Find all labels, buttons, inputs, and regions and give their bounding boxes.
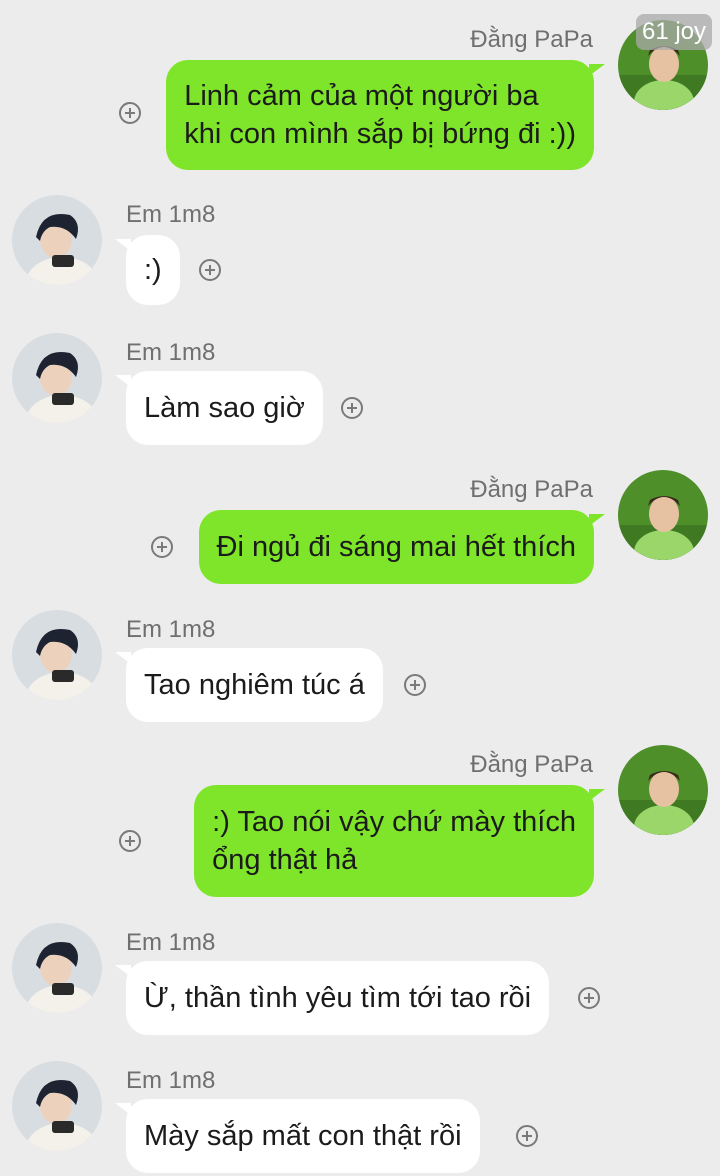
add-reaction-icon[interactable]: [199, 259, 221, 281]
sender-avatar[interactable]: [12, 195, 102, 285]
sender-name: Em 1m8: [126, 616, 216, 643]
sender-avatar[interactable]: [12, 923, 102, 1013]
message-line: Làm sao giờ: [144, 392, 305, 424]
message-0: Đằng PaPa Linh cảm của một người ba khi …: [0, 20, 720, 180]
add-reaction-icon[interactable]: [341, 397, 363, 419]
sender-avatar[interactable]: [618, 470, 708, 560]
message-line: :): [144, 254, 162, 286]
message-line: Đi ngủ đi sáng mai hết thích: [216, 531, 576, 563]
sender-name: Đằng PaPa: [470, 476, 593, 503]
sender-avatar[interactable]: [12, 610, 102, 700]
sender-name: Em 1m8: [126, 339, 216, 366]
add-reaction-icon[interactable]: [578, 987, 600, 1009]
add-reaction-icon[interactable]: [119, 102, 141, 124]
sender-name: Đằng PaPa: [470, 26, 593, 53]
sender-name: Đằng PaPa: [470, 751, 593, 778]
add-reaction-icon[interactable]: [151, 536, 173, 558]
add-reaction-icon[interactable]: [404, 674, 426, 696]
sender-name: Em 1m8: [126, 929, 216, 956]
message-bubble[interactable]: Mày sắp mất con thật rồi: [115, 1099, 480, 1173]
message-line: khi con mình sắp bị bứng đi :)): [184, 118, 576, 150]
sender-avatar[interactable]: [12, 1061, 102, 1151]
sender-name: Em 1m8: [126, 1067, 216, 1094]
message-line: ổng thật hả: [212, 844, 358, 876]
watermark: 61 joy: [636, 14, 712, 50]
message-line: Ừ, thần tình yêu tìm tới tao rồi: [144, 982, 532, 1014]
message-bubble[interactable]: Đi ngủ đi sáng mai hết thích: [198, 510, 606, 584]
sender-avatar[interactable]: [618, 745, 708, 835]
message-bubble[interactable]: Linh cảm của một người ba khi con mình s…: [166, 60, 605, 170]
message-3: Đằng PaPa Đi ngủ đi sáng mai hết thích: [0, 470, 720, 590]
sender-name: Em 1m8: [126, 201, 216, 228]
message-bubble[interactable]: Làm sao giờ: [115, 371, 323, 445]
message-bubble[interactable]: Ừ, thần tình yêu tìm tới tao rồi: [114, 961, 550, 1035]
message-4: Em 1m8 Tao nghiêm túc á: [0, 610, 720, 725]
message-6: Em 1m8 Ừ, thần tình yêu tìm tới tao rồi: [0, 923, 720, 1038]
message-bubble[interactable]: :) Tao nói vậy chứ mày thích ổng thật hả: [194, 785, 605, 897]
add-reaction-icon[interactable]: [119, 830, 141, 852]
message-1: Em 1m8 :): [0, 195, 720, 310]
sender-avatar[interactable]: [12, 333, 102, 423]
message-bubble[interactable]: :): [115, 235, 180, 305]
message-bubble[interactable]: Tao nghiêm túc á: [115, 648, 383, 722]
message-7: Em 1m8 Mày sắp mất con thật rồi: [0, 1061, 720, 1176]
message-2: Em 1m8 Làm sao giờ: [0, 333, 720, 448]
message-line: Linh cảm của một người ba: [184, 80, 539, 112]
add-reaction-icon[interactable]: [516, 1125, 538, 1147]
message-line: Mày sắp mất con thật rồi: [144, 1120, 462, 1152]
message-line: :) Tao nói vậy chứ mày thích: [212, 806, 576, 838]
message-line: Tao nghiêm túc á: [144, 669, 365, 701]
message-5: Đằng PaPa :) Tao nói vậy chứ mày thích ổ…: [0, 745, 720, 905]
